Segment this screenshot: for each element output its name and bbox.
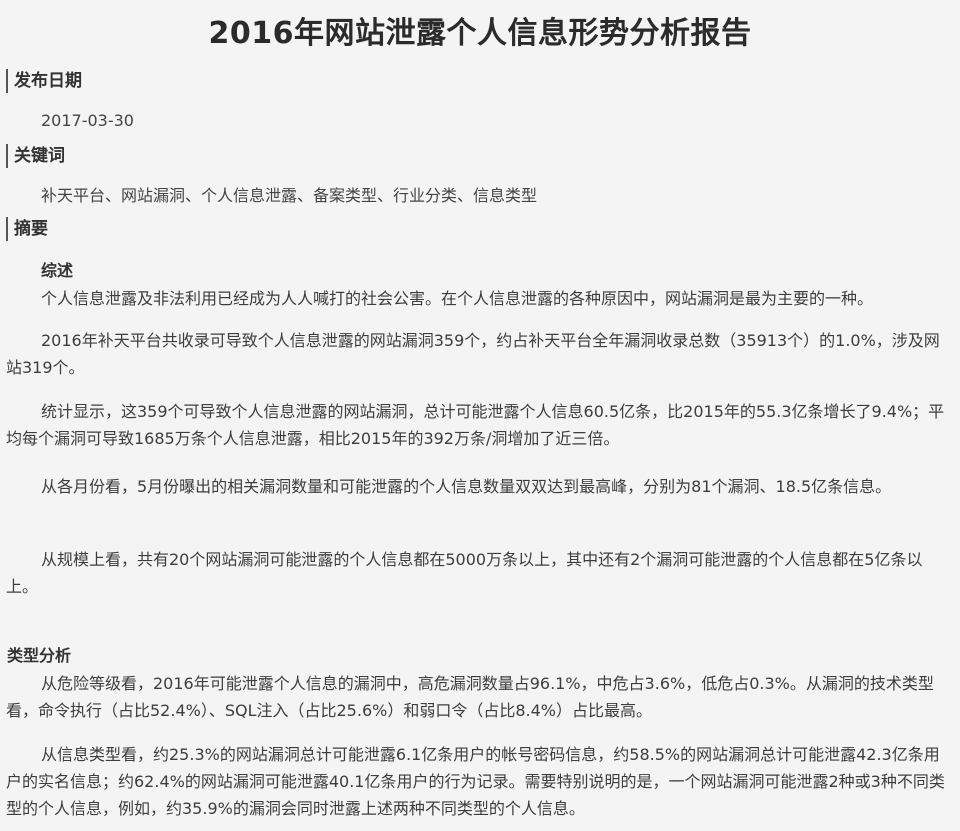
abstract-heading: 摘要 (6, 217, 48, 241)
release-date-value: 2017-03-30 (41, 111, 134, 130)
abstract-paragraph: 个人信息泄露及非法利用已经成为人人喊打的社会公害。在个人信息泄露的各种原因中，网… (41, 289, 874, 308)
type-analysis-paragraph: 从信息类型看，约25.3%的网站漏洞总计可能泄露6.1亿条用户的帐号密码信息，约… (6, 745, 945, 818)
overview-subheading: 综述 (41, 261, 74, 280)
abstract-paragraph: 2016年补天平台共收录可导致个人信息泄露的网站漏洞359个，约占补天平台全年漏… (6, 331, 940, 377)
abstract-paragraph: 从规模上看，共有20个网站漏洞可能泄露的个人信息都在5000万条以上，其中还有2… (6, 550, 923, 596)
abstract-paragraph: 从各月份看，5月份曝出的相关漏洞数量和可能泄露的个人信息数量双双达到最高峰，分别… (41, 477, 892, 496)
release-date-heading: 发布日期 (6, 69, 82, 93)
type-analysis-paragraph: 从危险等级看，2016年可能泄露个人信息的漏洞中，高危漏洞数量占96.1%，中危… (6, 674, 934, 720)
keywords-value: 补天平台、网站漏洞、个人信息泄露、备案类型、行业分类、信息类型 (41, 186, 538, 205)
abstract-paragraph: 统计显示，这359个可导致个人信息泄露的网站漏洞，总计可能泄露个人信息60.5亿… (6, 402, 945, 448)
type-analysis-heading: 类型分析 (7, 646, 72, 665)
keywords-heading: 关键词 (6, 144, 65, 168)
page-title: 2016年网站泄露个人信息形势分析报告 (208, 16, 752, 51)
